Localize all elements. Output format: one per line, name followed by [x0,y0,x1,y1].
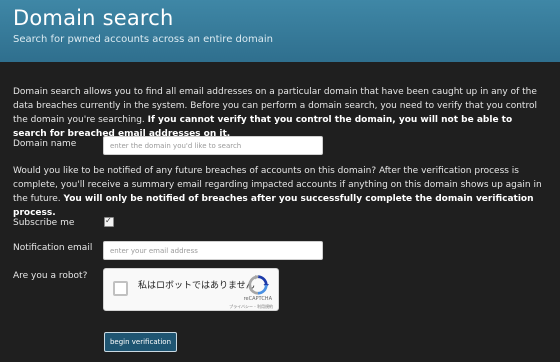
subscribe-label: Subscribe me [13,218,75,228]
page-subtitle: Search for pwned accounts across an enti… [13,34,273,45]
notify-emphasis: You will only be notified of breaches af… [13,194,534,218]
begin-verification-button[interactable]: begin verification [104,332,177,352]
recaptcha-checkbox[interactable] [113,281,128,296]
recaptcha-logo-icon [248,274,269,295]
domain-name-input[interactable] [103,136,323,155]
checkmark-icon: ✓ [105,216,112,225]
intro-paragraph: Domain search allows you to find all ema… [13,85,548,141]
robot-check-label: Are you a robot? [13,271,88,281]
recaptcha-label: 私はロボットではありません [138,281,255,291]
recaptcha-brand: reCAPTCHA [243,296,272,302]
subscribe-checkbox[interactable]: ✓ [104,216,114,227]
recaptcha-terms-link[interactable]: プライバシー - 利用規約 [229,304,273,309]
domain-name-label: Domain name [13,139,77,149]
recaptcha-widget: 私はロボットではありません reCAPTCHA プライバシー - 利用規約 [103,268,279,311]
notification-email-label: Notification email [13,243,93,253]
page-header: Domain search Search for pwned accounts … [0,0,560,62]
notify-paragraph: Would you like to be notified of any fut… [13,164,548,220]
page-title: Domain search [13,6,174,30]
notification-email-input[interactable] [103,241,323,260]
